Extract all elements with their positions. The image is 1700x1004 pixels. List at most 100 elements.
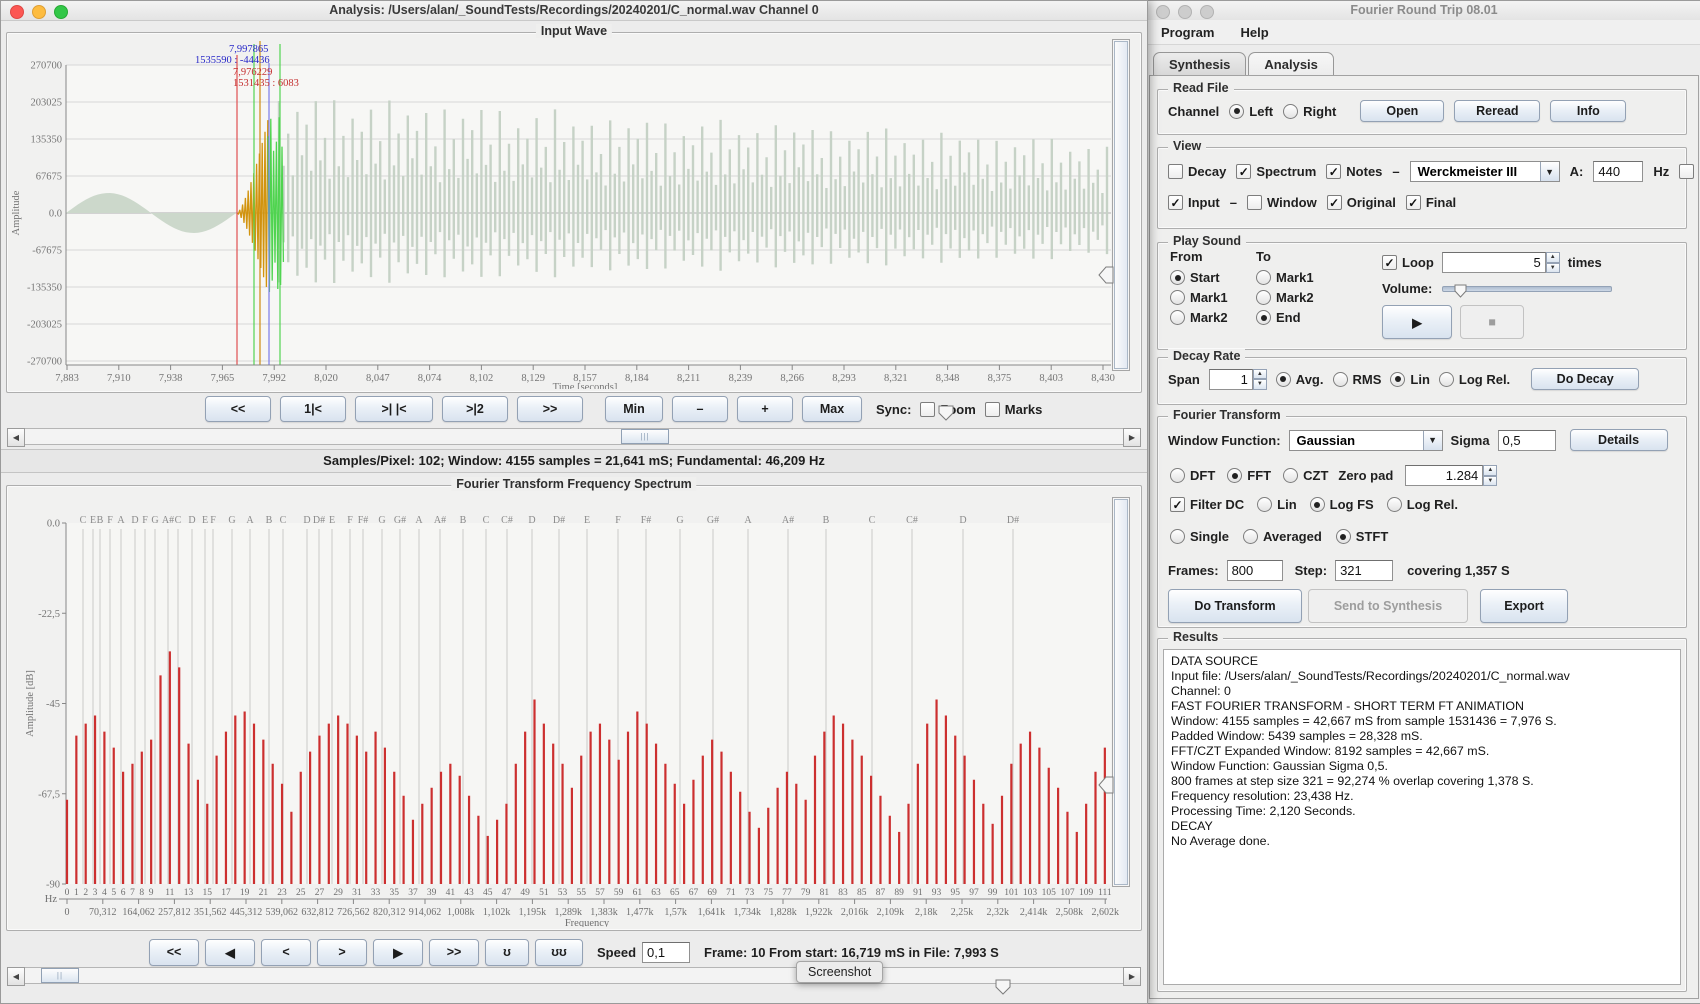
minimize-button[interactable] bbox=[32, 5, 46, 19]
zoom-window-button[interactable] bbox=[54, 5, 68, 19]
to-mark1-radio-circle[interactable] bbox=[1256, 270, 1271, 285]
decay-rms-radio-circle[interactable] bbox=[1333, 372, 1348, 387]
to-mark1-radio[interactable]: Mark1 bbox=[1256, 270, 1314, 285]
filter-dc-checkbox[interactable]: ✓Filter DC bbox=[1170, 497, 1244, 512]
sync-marks-checkbox[interactable]: Marks bbox=[985, 402, 1043, 417]
loop-times-spinner-field[interactable]: 5 bbox=[1442, 252, 1546, 273]
wave-vertical-scrollbar[interactable] bbox=[1112, 39, 1130, 371]
view-final-checkbox-box[interactable]: ✓ bbox=[1406, 195, 1421, 210]
fft-radio-circle[interactable] bbox=[1227, 468, 1242, 483]
send-to-synthesis-button[interactable]: Send to Synthesis bbox=[1308, 589, 1468, 623]
view-input-checkbox[interactable]: ✓Input bbox=[1168, 195, 1220, 210]
from-start-radio-circle[interactable] bbox=[1170, 270, 1185, 285]
view-window-checkbox-box[interactable] bbox=[1247, 195, 1262, 210]
span-spinner-field[interactable]: 1 bbox=[1209, 369, 1253, 390]
single-radio[interactable]: Single bbox=[1170, 529, 1229, 544]
bottom-scroll-right-icon[interactable]: ▶ bbox=[1123, 967, 1141, 986]
zero-pad-spinner-down-icon[interactable]: ▼ bbox=[1483, 476, 1497, 487]
channel-right-radio-circle[interactable] bbox=[1283, 104, 1298, 119]
bottom-scroll-track[interactable]: || bbox=[25, 967, 1123, 984]
view-spectrum-checkbox-box[interactable]: ✓ bbox=[1236, 164, 1251, 179]
spectrum-scale-slider[interactable] bbox=[1098, 775, 1114, 795]
view-original-checkbox-box[interactable]: ✓ bbox=[1327, 195, 1342, 210]
loop-times-spinner[interactable]: 5▲▼ bbox=[1442, 252, 1560, 273]
reread-button[interactable]: Reread bbox=[1454, 100, 1540, 122]
temperament-combobox[interactable]: Werckmeister III▼ bbox=[1410, 161, 1560, 182]
do-decay-button[interactable]: Do Decay bbox=[1531, 368, 1639, 390]
wave-mark-window-button[interactable]: >| |< bbox=[355, 396, 433, 422]
do-transform-button[interactable]: Do Transform bbox=[1168, 589, 1302, 623]
speed-input[interactable]: 0,1 bbox=[642, 942, 690, 963]
wave-page-start-button[interactable]: 1|< bbox=[280, 396, 346, 422]
channel-right-radio[interactable]: Right bbox=[1283, 104, 1336, 119]
to-mark2-radio[interactable]: Mark2 bbox=[1256, 290, 1314, 305]
to-mark2-radio-circle[interactable] bbox=[1256, 290, 1271, 305]
czt-radio[interactable]: CZT bbox=[1283, 468, 1328, 483]
analysis-titlebar[interactable]: Analysis: /Users/alan/_SoundTests/Record… bbox=[1, 1, 1147, 21]
from-mark2-radio-circle[interactable] bbox=[1170, 310, 1185, 325]
frt-titlebar[interactable]: Fourier Round Trip 08.01 bbox=[1147, 1, 1700, 21]
spectrum-vertical-scrollbar[interactable] bbox=[1112, 497, 1130, 887]
step-input[interactable]: 321 bbox=[1335, 560, 1393, 581]
wave-scale-slider-thumb[interactable] bbox=[1099, 267, 1113, 283]
averaged-radio-circle[interactable] bbox=[1243, 529, 1258, 544]
frames-input[interactable]: 800 bbox=[1227, 560, 1283, 581]
span-spinner-arrows[interactable]: ▲▼ bbox=[1253, 369, 1267, 390]
wave-position-slider-thumb[interactable] bbox=[939, 406, 953, 420]
to-end-radio-circle[interactable] bbox=[1256, 310, 1271, 325]
decay-avg-radio-circle[interactable] bbox=[1276, 372, 1291, 387]
window-function-combobox-arrow-icon[interactable]: ▼ bbox=[1423, 431, 1442, 450]
frt-close-button[interactable] bbox=[1156, 5, 1170, 19]
decay-lin-radio-circle[interactable] bbox=[1390, 372, 1405, 387]
sigma-input[interactable]: 0,5 bbox=[1498, 430, 1556, 451]
close-button[interactable] bbox=[10, 5, 24, 19]
frt-zoom-button[interactable] bbox=[1200, 5, 1214, 19]
dft-radio-circle[interactable] bbox=[1170, 468, 1185, 483]
zero-pad-spinner-arrows[interactable]: ▲▼ bbox=[1483, 465, 1497, 486]
view-decay-checkbox[interactable]: Decay bbox=[1168, 164, 1226, 179]
wave-min-button[interactable]: Min bbox=[605, 396, 663, 422]
play-sound-stop-button[interactable]: ■ bbox=[1460, 305, 1524, 339]
averaged-radio[interactable]: Averaged bbox=[1243, 529, 1322, 544]
stft-radio-circle[interactable] bbox=[1336, 529, 1351, 544]
span-spinner-up-icon[interactable]: ▲ bbox=[1253, 369, 1267, 380]
wave-forward-button[interactable]: >> bbox=[517, 396, 583, 422]
playback-step-back-button[interactable]: < bbox=[261, 939, 311, 966]
channel-left-radio-circle[interactable] bbox=[1229, 104, 1244, 119]
view-original-checkbox[interactable]: ✓Original bbox=[1327, 195, 1396, 210]
spectrum-chart[interactable]: CEBFADFGA#CDEFGABCDD#EFF#GG#AA#BCC#DD#EF… bbox=[7, 493, 1133, 927]
stft-radio[interactable]: STFT bbox=[1336, 529, 1389, 544]
wave-zoom-out-button[interactable]: – bbox=[672, 396, 728, 422]
single-radio-circle[interactable] bbox=[1170, 529, 1185, 544]
ft-log-rel-radio[interactable]: Log Rel. bbox=[1387, 497, 1458, 512]
frt-minimize-button[interactable] bbox=[1178, 5, 1192, 19]
bottom-scroll-thumb[interactable]: || bbox=[41, 968, 79, 983]
spectrum-vscroll-thumb[interactable] bbox=[1114, 499, 1128, 885]
tab-analysis[interactable]: Analysis bbox=[1248, 52, 1333, 75]
wave-scale-slider[interactable] bbox=[1098, 265, 1114, 285]
menu-program[interactable]: Program bbox=[1161, 25, 1214, 40]
wave-rewind-button[interactable]: << bbox=[205, 396, 271, 422]
ft-lin-radio-circle[interactable] bbox=[1257, 497, 1272, 512]
view-phase-checkbox-box[interactable] bbox=[1679, 164, 1694, 179]
menu-help[interactable]: Help bbox=[1240, 25, 1268, 40]
wave-position-slider[interactable] bbox=[937, 404, 955, 422]
view-phase-checkbox[interactable]: Phas bbox=[1679, 164, 1700, 179]
view-final-checkbox[interactable]: ✓Final bbox=[1406, 195, 1456, 210]
bottom-scrollbar[interactable]: ◀ || ▶ bbox=[7, 967, 1141, 984]
ft-log-fs-radio-circle[interactable] bbox=[1310, 497, 1325, 512]
loop-times-spinner-down-icon[interactable]: ▼ bbox=[1546, 263, 1560, 274]
filter-dc-checkbox-box[interactable]: ✓ bbox=[1170, 497, 1185, 512]
from-start-radio[interactable]: Start bbox=[1170, 270, 1256, 285]
wave-max-button[interactable]: Max bbox=[802, 396, 862, 422]
zero-pad-spinner-field[interactable]: 1.284 bbox=[1405, 465, 1483, 486]
wave-scroll-thumb[interactable]: ||| bbox=[621, 429, 669, 444]
window-function-combobox[interactable]: Gaussian▼ bbox=[1289, 430, 1443, 451]
volume-slider-thumb[interactable] bbox=[1453, 283, 1468, 300]
a-frequency-input[interactable]: 440 bbox=[1593, 161, 1643, 182]
sync-marks-checkbox-box[interactable] bbox=[985, 402, 1000, 417]
ft-log-fs-radio[interactable]: Log FS bbox=[1310, 497, 1374, 512]
dft-radio[interactable]: DFT bbox=[1170, 468, 1215, 483]
frame-position-slider-thumb[interactable] bbox=[996, 980, 1010, 994]
playback-loop-once-icon[interactable]: ʊ bbox=[485, 939, 529, 966]
